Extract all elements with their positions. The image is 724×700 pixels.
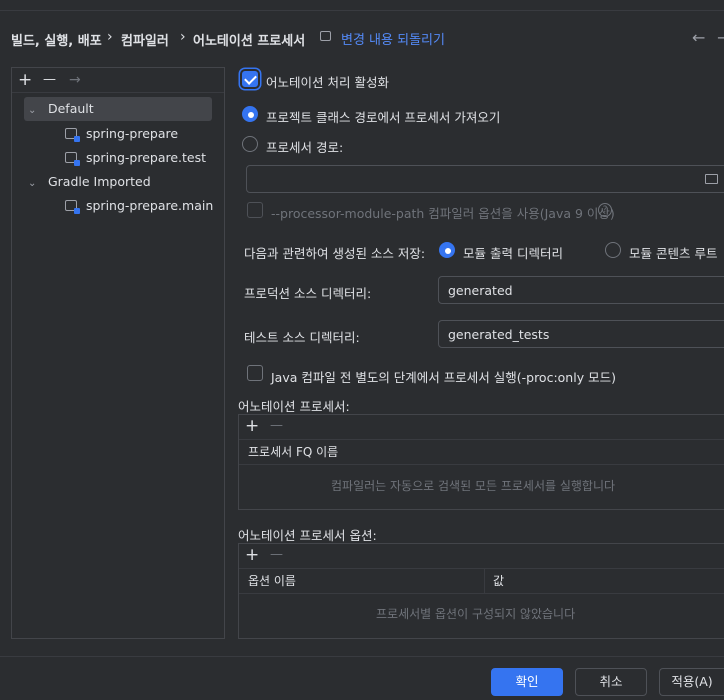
test-dir-field[interactable]: generated_tests	[438, 320, 724, 348]
ok-button[interactable]: 확인	[491, 668, 563, 696]
breadcrumb-item-annotation-processors: 어노테이션 프로세서	[193, 34, 306, 49]
processor-path-radio[interactable]	[242, 136, 258, 152]
enable-processing-label: 어노테이션 처리 활성화	[266, 75, 389, 90]
production-dir-value: generated	[448, 283, 513, 298]
chevron-down-icon[interactable]: ⌄	[28, 172, 42, 196]
profiles-toolbar: + — →	[12, 68, 224, 93]
tree-item-label: Default	[47, 101, 94, 116]
run-separately-checkbox[interactable]	[247, 365, 263, 381]
module-output-radio[interactable]	[439, 242, 455, 258]
options-table-title: 어노테이션 프로세서 옵션:	[238, 528, 377, 543]
obtain-from-classpath-label: 프로젝트 클래스 경로에서 프로세서 가져오기	[266, 110, 501, 125]
add-icon[interactable]: +	[18, 71, 32, 89]
top-divider	[0, 10, 724, 11]
revert-icon	[320, 31, 331, 41]
tree-item-label: Gradle Imported	[47, 174, 151, 189]
processor-path-label: 프로세서 경로:	[266, 140, 344, 155]
module-icon	[65, 152, 80, 166]
test-dir-value: generated_tests	[448, 327, 550, 342]
breadcrumb-separator: ›	[180, 29, 186, 45]
module-path-checkbox[interactable]	[247, 202, 263, 218]
tree-item-label: spring-prepare.test	[85, 150, 207, 165]
breadcrumb-item-compiler[interactable]: 컴파일러	[121, 30, 169, 49]
remove-icon[interactable]: —	[270, 546, 283, 564]
module-icon	[65, 200, 80, 214]
arrow-right-icon[interactable]: →	[717, 28, 724, 47]
breadcrumb-item-build[interactable]: 빌드, 실행, 배포	[11, 30, 102, 49]
option-value-column-header[interactable]: 값	[493, 569, 504, 593]
folder-icon[interactable]	[705, 174, 718, 184]
tree-item-module[interactable]: spring-prepare.main	[65, 194, 213, 218]
remove-icon[interactable]: —	[43, 71, 56, 89]
module-content-root-label: 모듈 콘텐츠 루트	[629, 246, 718, 261]
remove-icon[interactable]: —	[270, 417, 283, 435]
module-icon	[65, 128, 80, 142]
column-divider	[484, 569, 485, 593]
revert-changes-link[interactable]: 변경 내용 되돌리기	[341, 29, 445, 48]
tree-item-module[interactable]: spring-prepare	[65, 122, 178, 146]
module-content-root-radio[interactable]	[605, 242, 621, 258]
add-icon[interactable]: +	[245, 546, 259, 564]
tree-item-module[interactable]: spring-prepare.test	[65, 146, 206, 170]
add-icon[interactable]: +	[245, 417, 259, 435]
production-dir-label: 프로덕션 소스 디렉터리:	[244, 286, 372, 301]
move-to-icon[interactable]: →	[69, 71, 81, 89]
tree-item-gradle-imported[interactable]: ⌄ Gradle Imported	[24, 170, 151, 194]
store-sources-label: 다음과 관련하여 생성된 소스 저장:	[244, 246, 426, 261]
apply-button[interactable]: 적용(A)	[659, 668, 724, 696]
options-toolbar: + —	[239, 544, 724, 569]
chevron-down-icon[interactable]: ⌄	[28, 99, 42, 123]
processors-column-header[interactable]: 프로세서 FQ 이름	[239, 440, 724, 465]
module-path-label: --processor-module-path 컴파일러 옵션을 사용(Java…	[271, 206, 615, 221]
module-output-label: 모듈 출력 디렉터리	[463, 246, 563, 261]
processors-empty-message: 컴파일러는 자동으로 검색된 모든 프로세서를 실행합니다	[331, 479, 616, 493]
profiles-panel: + — → ⌄ Default spring-prepare spring-pr…	[11, 67, 225, 639]
obtain-from-classpath-radio[interactable]	[242, 106, 258, 122]
processors-table-title: 어노테이션 프로세서:	[238, 399, 350, 414]
option-name-column-header[interactable]: 옵션 이름	[248, 569, 296, 593]
footer-divider	[0, 656, 724, 657]
options-table: + — 옵션 이름 값 프로세서별 옵션이 구성되지 않았습니다	[238, 543, 724, 639]
processor-path-field[interactable]	[246, 165, 724, 193]
processors-table: + — 프로세서 FQ 이름 컴파일러는 자동으로 검색된 모든 프로세서를 실…	[238, 414, 724, 510]
production-dir-field[interactable]: generated	[438, 276, 724, 304]
tree-item-label: spring-prepare.main	[85, 198, 214, 213]
processors-toolbar: + —	[239, 415, 724, 440]
tree-item-default[interactable]: ⌄ Default	[24, 97, 212, 121]
enable-processing-checkbox[interactable]	[242, 71, 258, 87]
options-header-row: 옵션 이름 값	[239, 569, 724, 594]
test-dir-label: 테스트 소스 디렉터리:	[244, 330, 360, 345]
options-empty-message: 프로세서별 옵션이 구성되지 않았습니다	[376, 607, 576, 621]
run-separately-label: Java 컴파일 전 별도의 단계에서 프로세서 실행(-proc:only 모…	[271, 370, 616, 385]
help-icon[interactable]: ?	[598, 203, 612, 217]
cancel-button[interactable]: 취소	[575, 668, 647, 696]
arrow-left-icon[interactable]: ←	[692, 28, 705, 47]
tree-item-label: spring-prepare	[85, 126, 179, 141]
breadcrumb-separator: ›	[107, 29, 113, 45]
